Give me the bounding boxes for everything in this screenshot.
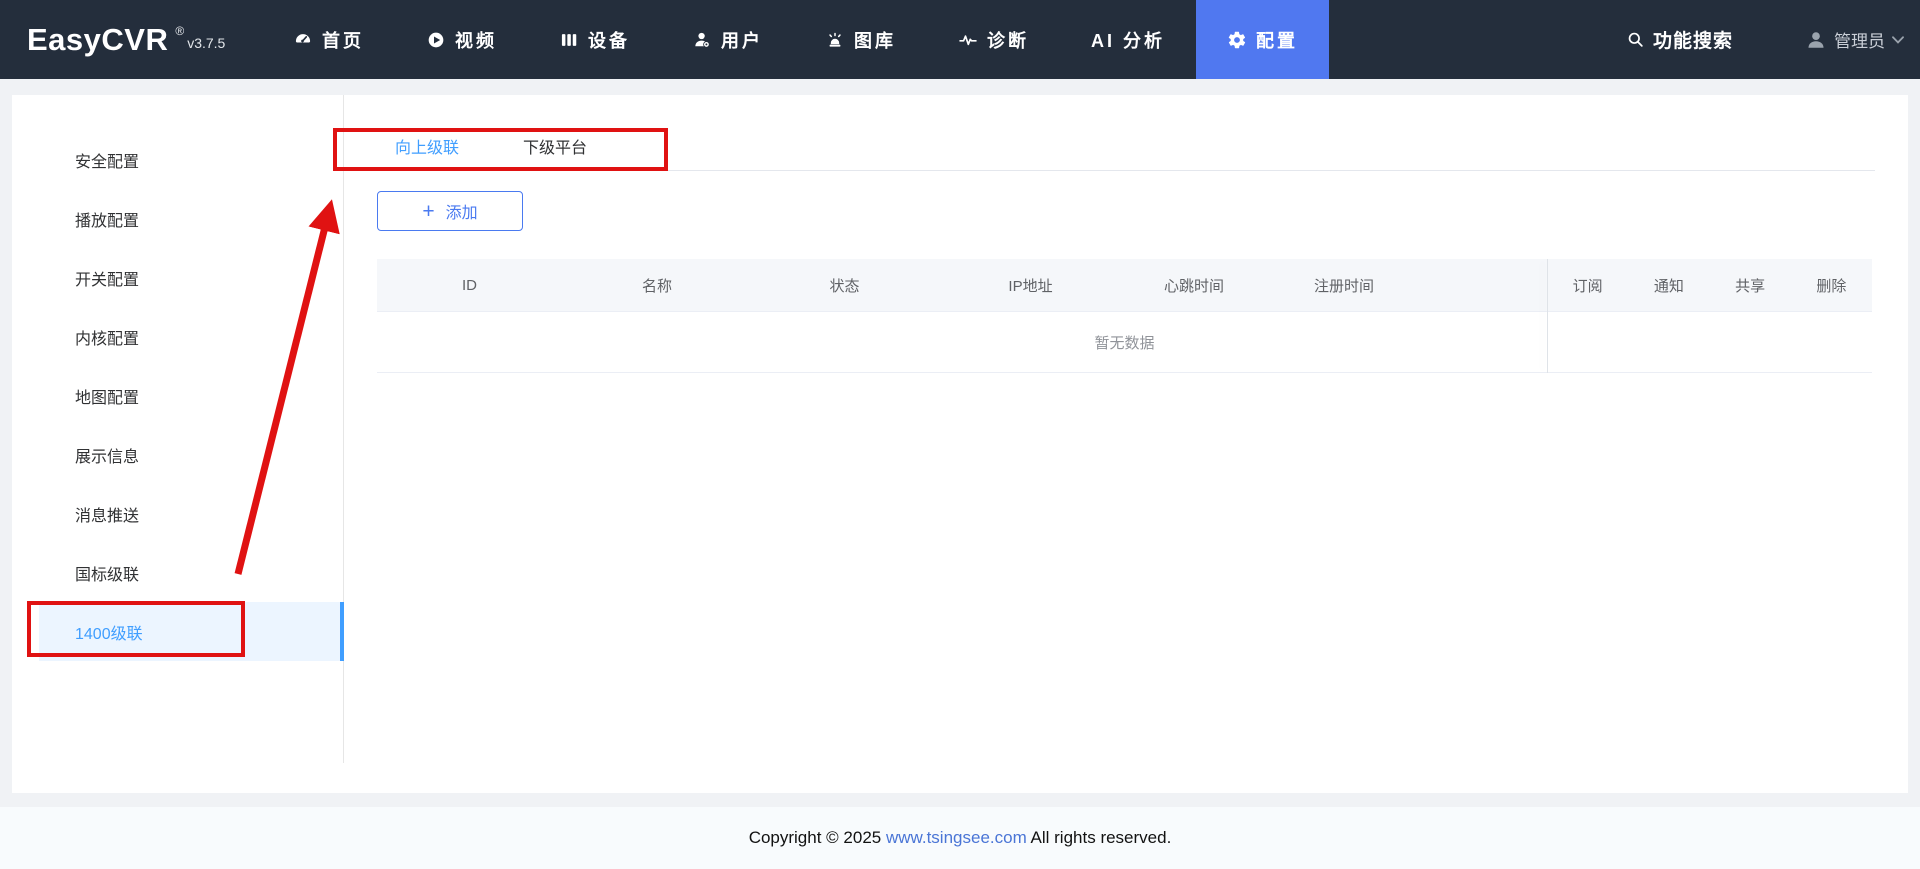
plus-icon: +: [422, 201, 434, 222]
nav-item-gallery[interactable]: 图库: [794, 0, 927, 79]
sidebar-item-security-config[interactable]: 安全配置: [12, 130, 344, 189]
nav-item-label: 用户: [721, 27, 763, 53]
copyright-text: Copyright © 2025: [749, 828, 886, 848]
user-icon: [692, 30, 712, 50]
sidebar-item-display-info[interactable]: 展示信息: [12, 425, 344, 484]
column-header-name: 名称: [562, 259, 752, 311]
cascade-table: ID 名称 状态 IP地址 心跳时间 注册时间 订阅 通知 共享 删除: [377, 259, 1872, 373]
table-header: ID 名称 状态 IP地址 心跳时间 注册时间 订阅 通知 共享 删除: [377, 259, 1872, 312]
nav-item-label: 配置: [1256, 27, 1298, 53]
siren-icon: [825, 30, 845, 50]
top-navbar: EasyCVR ® v3.7.5 首页 视频: [0, 0, 1920, 79]
nav-item-label: 设备: [588, 27, 630, 53]
sidebar-item-map-config[interactable]: 地图配置: [12, 366, 344, 425]
dashboard-icon: [293, 30, 313, 50]
nav-item-devices[interactable]: 设备: [528, 0, 661, 79]
search-icon: [1626, 30, 1645, 49]
sidebar-item-label: 内核配置: [75, 325, 139, 349]
sidebar-item-label: 展示信息: [75, 443, 139, 467]
nav-item-label: AI 分析: [1091, 27, 1165, 53]
brand-name: EasyCVR: [27, 22, 168, 58]
sidebar-item-label: 安全配置: [75, 148, 139, 172]
user-label: 管理员: [1834, 27, 1885, 52]
add-button[interactable]: + 添加: [377, 191, 523, 231]
fixed-column-divider: [1547, 259, 1548, 373]
table-empty-row: 暂无数据: [377, 312, 1872, 373]
search-label: 功能搜索: [1653, 26, 1733, 53]
rights-text: All rights reserved.: [1027, 828, 1172, 848]
settings-sidebar: 安全配置 播放配置 开关配置 内核配置 地图配置 展示信息 消息推送 国标级联 …: [12, 95, 344, 763]
column-header-spacer: [1424, 259, 1547, 311]
column-header-status: 状态: [752, 259, 937, 311]
nav-item-config[interactable]: 配置: [1196, 0, 1329, 79]
play-icon: [426, 30, 446, 50]
column-header-share: 共享: [1710, 259, 1791, 311]
version-label: v3.7.5: [187, 35, 225, 51]
column-header-ip: IP地址: [937, 259, 1124, 311]
function-search[interactable]: 功能搜索: [1626, 26, 1733, 53]
easycvr-app: EasyCVR ® v3.7.5 首页 视频: [0, 0, 1920, 869]
registered-mark: ®: [175, 24, 184, 38]
nav-item-label: 首页: [322, 27, 364, 53]
tsingsee-link[interactable]: www.tsingsee.com: [886, 828, 1027, 848]
nav-item-users[interactable]: 用户: [661, 0, 794, 79]
sidebar-item-label: 播放配置: [75, 207, 139, 231]
sidebar-item-label: 开关配置: [75, 266, 139, 290]
sidebar-item-gb-cascade[interactable]: 国标级联: [12, 543, 344, 602]
column-header-delete: 删除: [1791, 259, 1872, 311]
column-header-register-time: 注册时间: [1264, 259, 1424, 311]
brand-logo[interactable]: EasyCVR ® v3.7.5: [27, 0, 225, 79]
nav-item-label: 视频: [455, 27, 497, 53]
sidebar-item-label: 消息推送: [75, 502, 139, 526]
nav-item-video[interactable]: 视频: [395, 0, 528, 79]
sidebar-item-1400-cascade[interactable]: 1400级联: [39, 602, 344, 661]
sidebar-item-kernel-config[interactable]: 内核配置: [12, 307, 344, 366]
sidebar-item-message-push[interactable]: 消息推送: [12, 484, 344, 543]
column-header-subscribe: 订阅: [1547, 259, 1628, 311]
column-header-id: ID: [377, 259, 562, 311]
column-header-notify: 通知: [1628, 259, 1709, 311]
column-header-heartbeat: 心跳时间: [1124, 259, 1264, 311]
nav-item-label: 诊断: [987, 27, 1029, 53]
tab-subordinate-platform[interactable]: 下级平台: [523, 130, 587, 171]
gear-icon: [1227, 30, 1247, 50]
nav-item-label: 图库: [854, 27, 896, 53]
nav-item-diagnosis[interactable]: 诊断: [927, 0, 1060, 79]
sidebar-item-label: 1400级联: [75, 620, 143, 644]
navbar-right: 功能搜索 管理员: [1626, 0, 1920, 79]
sidebar-item-label: 地图配置: [75, 384, 139, 408]
sidebar-item-playback-config[interactable]: 播放配置: [12, 189, 344, 248]
sidebar-item-label: 国标级联: [75, 561, 139, 585]
avatar-icon: [1805, 29, 1827, 51]
main-card: 安全配置 播放配置 开关配置 内核配置 地图配置 展示信息 消息推送 国标级联 …: [12, 95, 1908, 793]
main-nav-menu: 首页 视频 设备: [262, 0, 1329, 79]
chevron-down-icon: [1892, 36, 1904, 44]
table-header-fixed: 订阅 通知 共享 删除: [1547, 259, 1872, 311]
device-icon: [559, 30, 579, 50]
nav-item-ai-analysis[interactable]: AI 分析: [1060, 0, 1196, 79]
tab-upstream-cascade[interactable]: 向上级联: [395, 130, 459, 171]
sidebar-menu: 安全配置 播放配置 开关配置 内核配置 地图配置 展示信息 消息推送 国标级联 …: [12, 130, 344, 661]
content-panel: 向上级联 下级平台 + 添加 ID 名称 状态 IP地址 心跳时间 注册时间: [345, 95, 1908, 793]
cascade-tabs: 向上级联 下级平台: [345, 130, 1875, 171]
pulse-icon: [958, 30, 978, 50]
nav-item-home[interactable]: 首页: [262, 0, 395, 79]
user-menu[interactable]: 管理员: [1805, 27, 1904, 52]
add-button-label: 添加: [446, 199, 478, 223]
table-header-main: ID 名称 状态 IP地址 心跳时间 注册时间: [377, 259, 1547, 311]
empty-state-text: 暂无数据: [377, 312, 1872, 372]
sidebar-item-switch-config[interactable]: 开关配置: [12, 248, 344, 307]
page-footer: Copyright © 2025 www.tsingsee.com All ri…: [0, 807, 1920, 869]
